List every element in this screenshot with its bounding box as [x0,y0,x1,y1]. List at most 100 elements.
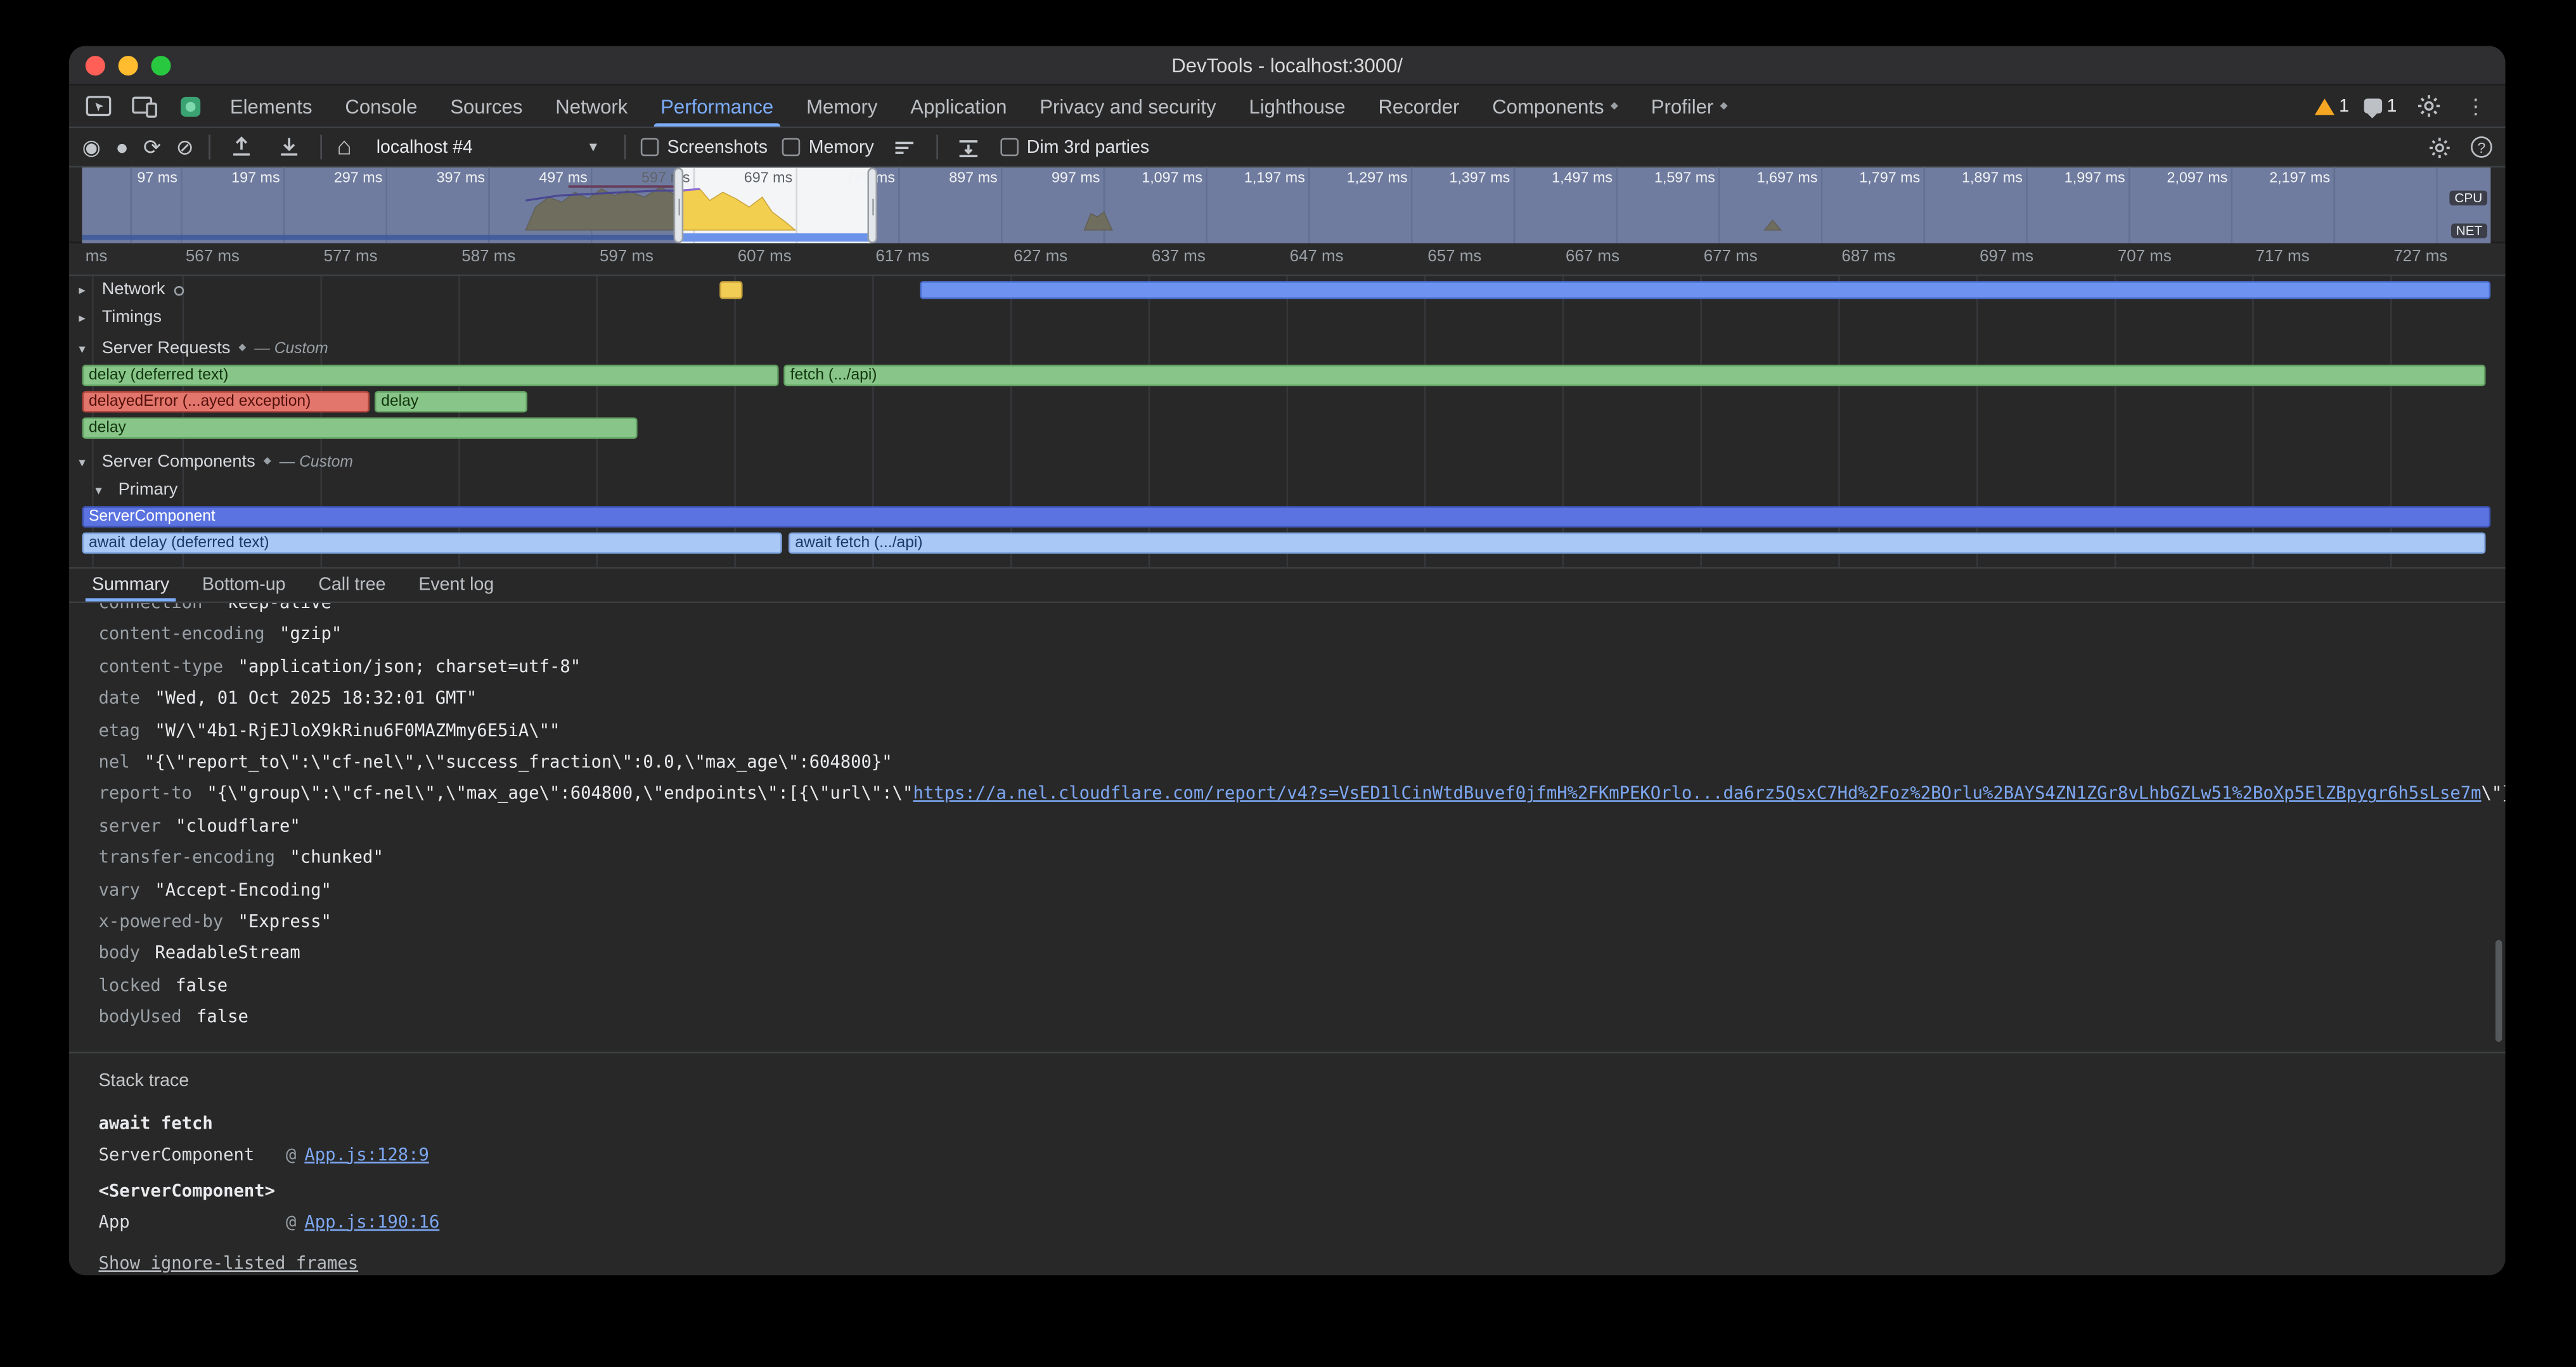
track-row: delay (deferred text)fetch (.../api) [69,363,2506,389]
bottom-tab-call-tree[interactable]: Call tree [302,569,402,602]
tab-performance[interactable]: Performance [644,86,790,127]
screenshots-checkbox[interactable] [641,138,659,157]
cpu-lane-badge: CPU [2450,191,2487,205]
track-row: await delay (deferred text) await fetch (… [69,531,2506,557]
overview-time-label: 1,797 ms [1828,169,1920,186]
track-server-requests[interactable]: ▾ Server Requests ◆ — Custom [69,335,2506,363]
track-event[interactable]: delay (deferred text) [82,365,779,386]
track-event[interactable]: delay [82,417,638,439]
timeline-ruler[interactable]: ms567 ms577 ms587 ms597 ms607 ms617 ms62… [69,243,2506,276]
device-toolbar-icon[interactable] [128,89,161,122]
clear-button[interactable]: ⊘ [176,136,194,158]
track-row: delayedError (...ayed exception)delay [69,389,2506,415]
bottom-tab-event-log[interactable]: Event log [402,569,510,602]
track-event[interactable]: delayedError (...ayed exception) [82,391,370,413]
overview-time-label: 997 ms [1008,169,1100,186]
selection-handle-left[interactable] [674,167,684,243]
timeline-overview[interactable]: 97 ms197 ms297 ms397 ms497 ms597 ms697 m… [69,167,2506,243]
disclosure-closed-icon[interactable]: ▸ [79,304,93,332]
settings-gear-icon[interactable] [2412,89,2445,122]
inspect-element-icon[interactable] [82,89,115,122]
summary-header-row: nel"{\"report_to\":\"cf-nel\",\"success_… [99,748,2506,779]
tab-application[interactable]: Application [894,86,1023,127]
summary-header-row: vary"Accept-Encoding" [99,876,2506,907]
stack-trace: await fetch ServerComponent@App.js:128:9… [99,1109,2506,1239]
disclosure-open-icon[interactable]: ▾ [79,449,93,477]
ruler-time-label: 687 ms [1841,248,1895,266]
ruler-time-label: 727 ms [2393,248,2447,266]
help-button[interactable]: ? [2471,136,2492,158]
live-metrics-home-button[interactable]: ⌂ [337,135,351,160]
dim-3rd-parties-toggle[interactable]: Dim 3rd parties [1000,137,1149,157]
tab-lighthouse[interactable]: Lighthouse [1232,86,1362,127]
load-profile-button[interactable] [225,131,258,164]
record-and-reload-button[interactable]: ⟳ [143,136,161,158]
ruler-time-label: 587 ms [461,248,515,266]
network-conditions-icon[interactable] [889,131,922,164]
record-solid-button[interactable]: ● [115,136,128,158]
bottom-tab-bottom-up[interactable]: Bottom-up [186,569,302,602]
warning-count: 1 [2339,96,2349,116]
selection-handle-right[interactable] [867,167,877,243]
devtools-tabbar: Elements Console Sources Network Perform… [69,86,2506,128]
ruler-time-label: 647 ms [1290,248,1344,266]
ruler-time-label: 597 ms [600,248,654,266]
track-event[interactable]: await delay (deferred text) [82,533,782,554]
window-titlebar: DevTools - localhost:3000/ [69,46,2506,86]
cpu-throttle-icon[interactable] [953,131,986,164]
track-event[interactable] [920,281,2490,299]
disclosure-open-icon[interactable]: ▾ [79,335,93,363]
tab-sources[interactable]: Sources [434,86,539,127]
overview-time-label: 197 ms [188,169,280,186]
track-event[interactable]: fetch (.../api) [783,365,2485,386]
track-timings[interactable]: ▸ Timings [69,304,2506,332]
track-event[interactable]: delay [375,391,527,413]
dim-3rd-parties-checkbox[interactable] [1000,138,1019,157]
extension-icon[interactable] [174,89,207,122]
overview-time-label: 497 ms [496,169,588,186]
memory-toggle[interactable]: Memory [782,137,873,157]
show-ignore-listed-frames-link[interactable]: Show ignore-listed frames [99,1254,359,1273]
overview-time-label: 697 ms [700,169,792,186]
summary-pane: connection"keep-alive" content-encoding"… [69,603,2506,1275]
save-profile-button[interactable] [273,131,306,164]
tab-elements[interactable]: Elements [214,86,329,127]
memory-checkbox[interactable] [782,138,801,157]
history-dropdown[interactable]: localhost #4 ▼ [366,134,610,160]
track-event[interactable]: await fetch (.../api) [789,533,2485,554]
capture-settings-gear-icon[interactable] [2423,131,2456,164]
ruler-time-label: ms [86,248,108,266]
source-location-link[interactable]: App.js:190:16 [304,1207,439,1238]
summary-scrollbar[interactable] [2496,940,2502,1042]
disclosure-open-icon[interactable]: ▾ [95,477,110,505]
track-event[interactable] [719,281,742,299]
tab-components[interactable]: Components ◆ [1476,86,1635,127]
record-button[interactable]: ◉ [82,136,101,158]
disclosure-closed-icon[interactable]: ▸ [79,276,93,304]
ruler-time-label: 577 ms [324,248,378,266]
track-network[interactable]: ▸ Network [69,276,2506,304]
source-location-link[interactable]: App.js:128:9 [304,1140,429,1171]
ruler-time-label: 677 ms [1704,248,1758,266]
tab-network[interactable]: Network [539,86,644,127]
warnings-indicator[interactable]: 1 [2314,96,2349,116]
overview-time-label: 1,697 ms [1725,169,1817,186]
network-track-config-icon[interactable] [173,285,183,295]
tab-recorder[interactable]: Recorder [1362,86,1476,127]
tab-privacy-and-security[interactable]: Privacy and security [1023,86,1232,127]
kebab-menu-icon[interactable]: ⋮ [2459,89,2492,122]
ruler-time-label: 717 ms [2256,248,2310,266]
summary-header-row: x-powered-by"Express" [99,907,2506,939]
report-to-url-link[interactable]: https://a.nel.cloudflare.com/report/v4?s… [913,784,2481,804]
screenshots-toggle[interactable]: Screenshots [641,137,768,157]
bottom-tab-summary[interactable]: Summary [75,569,186,602]
tab-memory[interactable]: Memory [790,86,894,127]
track-event[interactable]: ServerComponent [82,506,2491,528]
ruler-time-label: 567 ms [186,248,240,266]
track-primary[interactable]: ▾ Primary [69,477,2506,505]
tab-profiler[interactable]: Profiler ◆ [1635,86,1744,127]
issues-indicator[interactable]: 1 [2364,96,2397,116]
overview-strip[interactable]: 97 ms197 ms297 ms397 ms497 ms597 ms697 m… [82,167,2491,243]
track-server-components[interactable]: ▾ Server Components ◆ — Custom [69,449,2506,477]
tab-console[interactable]: Console [328,86,434,127]
